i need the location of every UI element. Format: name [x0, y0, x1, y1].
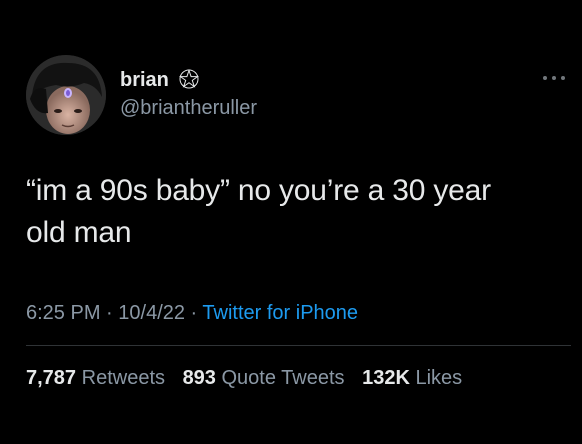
- tweet-text: “im a 90s baby” no you’re a 30 year old …: [26, 170, 571, 254]
- likes-label: Likes: [415, 367, 463, 389]
- quote-tweets-label: Quote Tweets: [221, 367, 345, 389]
- tweet-card: brian @briantheruller “im a 90s baby” no…: [0, 0, 582, 444]
- meta-separator: ·: [100, 302, 119, 324]
- meta-separator: ·: [185, 302, 203, 324]
- author-handle[interactable]: @briantheruller: [120, 96, 257, 120]
- pentagram-icon: [178, 68, 200, 89]
- profile-photo: [26, 55, 106, 135]
- tweet-stats: 7,787 Retweets 893 Quote Tweets 132K Lik…: [26, 364, 474, 392]
- divider: [26, 345, 571, 346]
- tweet-source-link[interactable]: Twitter for iPhone: [202, 302, 358, 324]
- tweet-date[interactable]: 10/4/22: [118, 302, 185, 324]
- tweet-text-line: “im a 90s baby” no you’re a 30 year: [26, 174, 491, 207]
- retweets-stat[interactable]: 7,787 Retweets: [26, 364, 165, 392]
- tweet-text-line: old man: [26, 216, 132, 249]
- tweet-time[interactable]: 6:25 PM: [26, 302, 100, 324]
- likes-stat[interactable]: 132K Likes: [362, 364, 462, 392]
- quote-tweets-count: 893: [182, 367, 216, 389]
- likes-count: 132K: [362, 367, 410, 389]
- more-horizontal-icon[interactable]: [541, 72, 567, 84]
- quote-tweets-stat[interactable]: 893 Quote Tweets: [183, 364, 345, 392]
- tweet-meta: 6:25 PM · 10/4/22 · Twitter for iPhone: [26, 299, 358, 327]
- avatar[interactable]: [26, 55, 106, 135]
- author-name[interactable]: brian: [120, 68, 169, 92]
- retweets-count: 7,787: [26, 367, 77, 389]
- retweets-label: Retweets: [81, 367, 165, 389]
